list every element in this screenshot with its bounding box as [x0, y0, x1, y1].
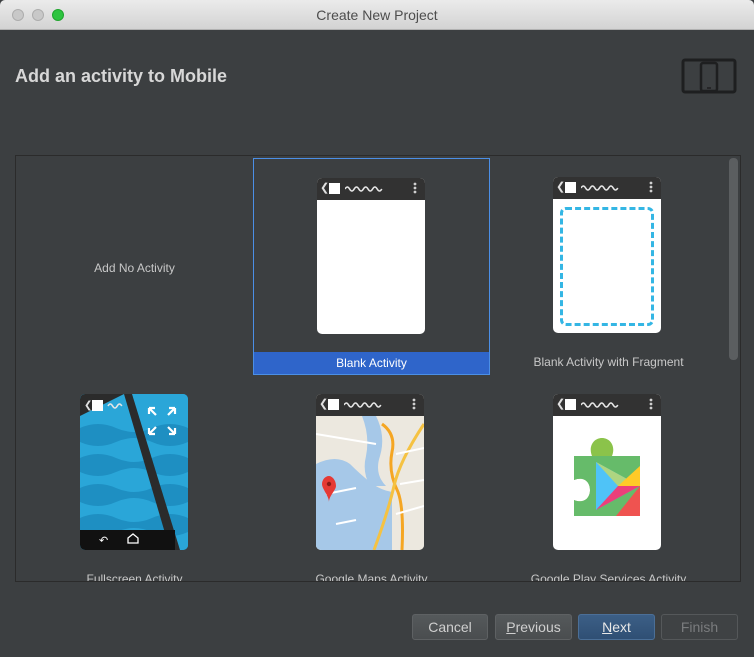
back-chevron-icon: ❮: [556, 181, 566, 193]
activity-gallery[interactable]: Add No Activity ❮ Blank Activity ❮ Blank…: [15, 155, 741, 582]
back-chevron-icon: ❮: [556, 398, 566, 410]
tile-label: Blank Activity with Fragment: [533, 355, 684, 369]
overflow-menu-icon: [649, 181, 653, 193]
back-chevron-icon: ❮: [319, 398, 329, 410]
next-label: ext: [612, 619, 631, 635]
tile-fullscreen-activity[interactable]: ↶ ❮ Fullscreen Activity: [16, 375, 253, 582]
gallery-scrollbar[interactable]: [729, 158, 738, 360]
finish-label: Finish: [680, 619, 719, 635]
fullscreen-activity-preview: ↶ ❮: [80, 394, 188, 550]
tile-google-play-services-activity[interactable]: ❮ Google Play Services Activity: [490, 375, 727, 582]
phone-tablet-device-icon: [681, 58, 737, 94]
previous-mnemonic: P: [506, 619, 516, 635]
overflow-menu-icon: [412, 398, 416, 410]
page-title: Add an activity to Mobile: [15, 66, 228, 86]
svg-text:❮: ❮: [84, 400, 92, 411]
phone-action-bar: ❮: [317, 178, 425, 200]
tile-label: Google Maps Activity: [315, 572, 428, 582]
blank-activity-preview: ❮: [317, 178, 425, 334]
phone-action-bar: ❮: [316, 394, 424, 416]
overflow-menu-icon: [413, 182, 417, 194]
previous-label: revious: [515, 619, 561, 635]
fragment-placeholder: [560, 207, 654, 326]
play-services-activity-preview: ❮: [553, 394, 661, 550]
window-title-bar: Create New Project: [0, 0, 754, 30]
play-services-puzzle-icon: [574, 438, 640, 516]
phone-action-bar: ❮: [553, 394, 661, 416]
tile-label: Google Play Services Activity: [530, 572, 687, 582]
maps-activity-preview: ❮: [316, 394, 424, 550]
next-button[interactable]: Next: [578, 614, 655, 640]
cancel-button[interactable]: Cancel: [412, 614, 488, 640]
window-title: Create New Project: [316, 7, 438, 23]
tile-blank-activity[interactable]: ❮ Blank Activity: [253, 158, 490, 375]
tile-label: Fullscreen Activity: [86, 572, 183, 582]
cancel-label: Cancel: [428, 619, 472, 635]
app-icon: [328, 399, 339, 410]
fragment-activity-preview: ❮: [553, 177, 661, 333]
app-icon: [565, 399, 576, 410]
title-squiggle-icon: [581, 402, 619, 408]
fullscreen-waves: ↶ ❮: [80, 394, 188, 550]
title-squiggle-icon: [581, 185, 619, 191]
previous-button[interactable]: Previous: [495, 614, 572, 640]
next-mnemonic: N: [602, 619, 613, 635]
tile-label: Blank Activity: [254, 352, 489, 374]
tile-label: Add No Activity: [94, 261, 175, 275]
map-preview: [316, 416, 424, 550]
back-chevron-icon: ❮: [320, 182, 330, 194]
tile-google-maps-activity[interactable]: ❮ Google Maps Activity: [253, 375, 490, 582]
app-icon: [329, 183, 340, 194]
phone-action-bar: ❮: [553, 177, 661, 199]
overflow-menu-icon: [649, 398, 653, 410]
tile-add-no-activity[interactable]: Add No Activity: [16, 158, 253, 375]
finish-button[interactable]: Finish: [661, 614, 738, 640]
title-squiggle-icon: [345, 186, 383, 192]
app-icon: [565, 182, 576, 193]
title-squiggle-icon: [344, 402, 382, 408]
svg-text:↶: ↶: [99, 534, 108, 547]
tile-blank-activity-with-fragment[interactable]: ❮ Blank Activity with Fragment: [490, 158, 727, 375]
wizard-header: Add an activity to Mobile: [0, 30, 754, 126]
